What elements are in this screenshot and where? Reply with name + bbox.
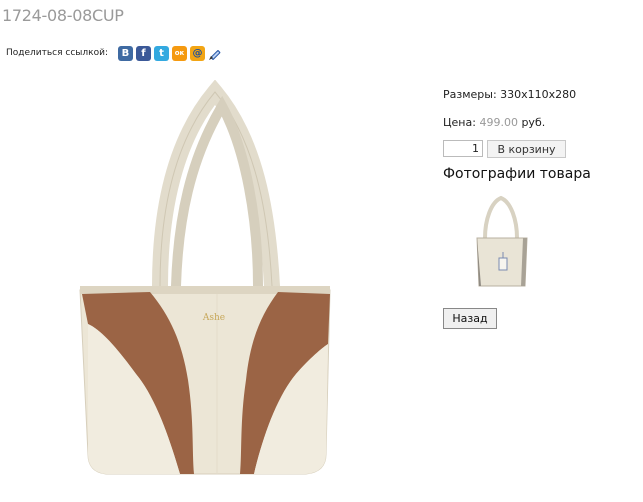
livejournal-icon[interactable] xyxy=(208,46,223,61)
mailru-icon[interactable]: @ xyxy=(189,45,205,61)
photos-heading: Фотографии товара xyxy=(443,166,591,182)
share-label: Поделиться ссылкой: xyxy=(6,48,108,58)
quantity-input[interactable] xyxy=(443,140,483,157)
back-button[interactable]: Назад xyxy=(443,308,497,329)
facebook-icon[interactable]: f xyxy=(135,45,151,61)
product-photo: Ashe xyxy=(10,79,420,490)
vk-icon[interactable]: В xyxy=(117,45,133,61)
size-text: Размеры: 330x110x280 xyxy=(443,88,577,101)
twitter-icon[interactable]: t xyxy=(153,45,169,61)
price-value: 499.00 xyxy=(479,116,518,129)
product-thumbnail[interactable] xyxy=(457,192,537,292)
product-title: 1724-08-08CUP xyxy=(2,6,124,25)
price-row: Цена: 499.00 руб. xyxy=(443,116,545,129)
price-currency: руб. xyxy=(517,116,546,129)
share-bar: Поделиться ссылкой: В f t ок @ xyxy=(6,44,226,62)
price-label: Цена: xyxy=(443,116,480,129)
odnoklassniki-icon[interactable]: ок xyxy=(171,45,187,61)
add-to-cart-button[interactable]: В корзину xyxy=(487,140,566,158)
brand-mark: Ashe xyxy=(202,313,225,323)
